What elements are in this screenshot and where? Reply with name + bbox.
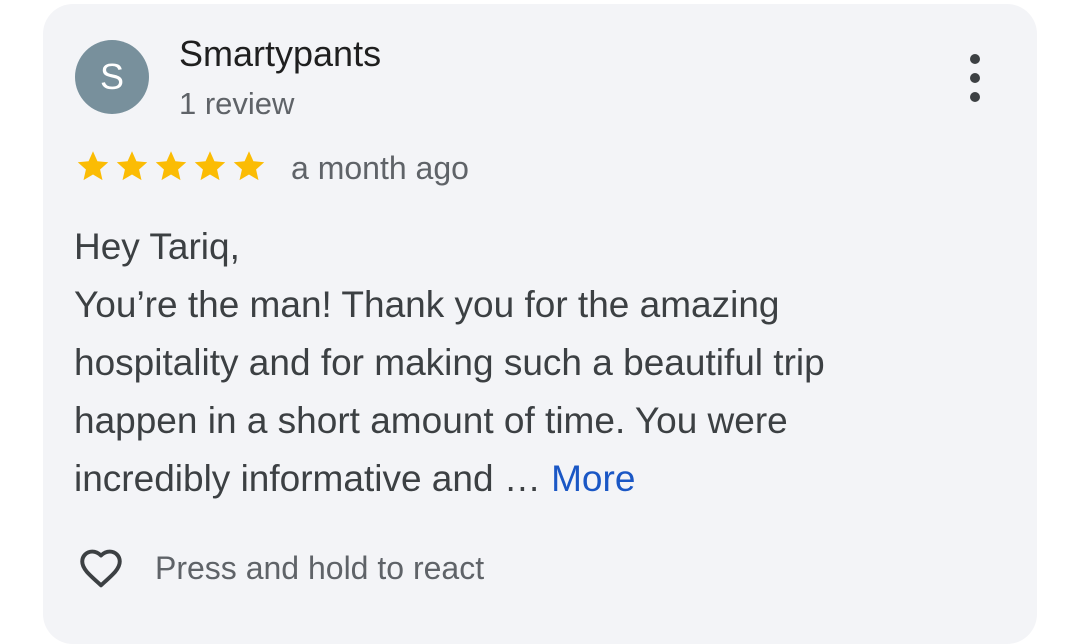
avatar[interactable]: S (75, 40, 149, 114)
review-line: You’re the man! Thank you for the amazin… (74, 284, 780, 325)
review-line-text: incredibly informative and … (74, 458, 552, 499)
more-vert-icon (970, 54, 980, 64)
more-vert-icon-dot (970, 92, 980, 102)
review-line: Hey Tariq, (74, 226, 240, 267)
star-icon (233, 151, 265, 181)
heart-outline-icon (80, 549, 122, 588)
react-label: Press and hold to react (155, 549, 485, 586)
more-link[interactable]: More (551, 458, 635, 499)
more-options-button[interactable] (955, 54, 995, 102)
star-rating (74, 148, 268, 184)
more-vert-icon-dot (970, 73, 980, 83)
star-icon (116, 151, 148, 181)
review-line: hospitality and for making such a beauti… (74, 342, 825, 383)
star-icon (77, 151, 109, 181)
star-icon (194, 151, 226, 181)
react-button[interactable]: Press and hold to react (74, 543, 484, 593)
avatar-letter: S (99, 56, 124, 97)
star-icon (155, 151, 187, 181)
review-count: 1 review (179, 86, 295, 121)
review-body: Hey Tariq, You’re the man! Thank you for… (74, 218, 974, 508)
review-time: a month ago (291, 150, 469, 186)
review-line: happen in a short amount of time. You we… (74, 400, 788, 441)
review-line-last: incredibly informative and … More (74, 450, 974, 508)
reviewer-name[interactable]: Smartypants (179, 33, 381, 75)
